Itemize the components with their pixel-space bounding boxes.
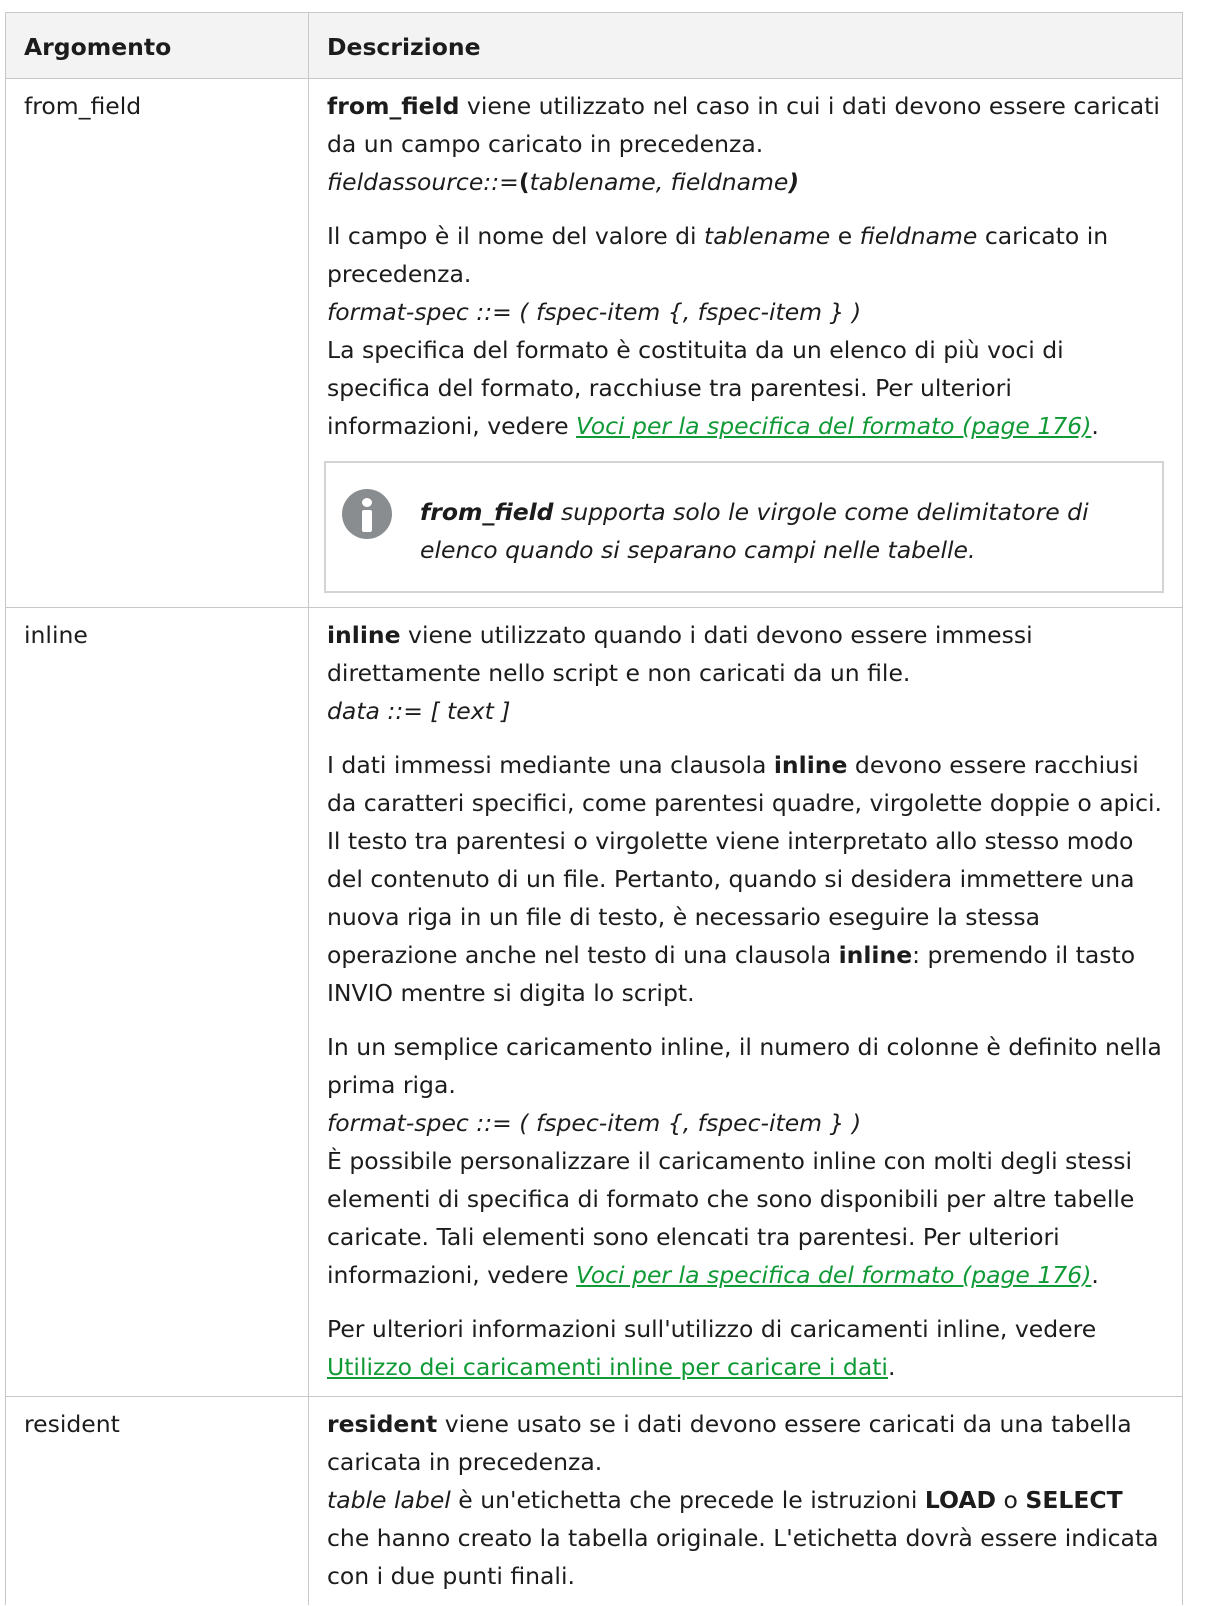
text: viene utilizzato quando i dati devono es… <box>327 621 1033 687</box>
paragraph: I dati immessi mediante una clausola inl… <box>327 746 1164 1012</box>
text: devono essere racchiusi da caratteri spe… <box>327 751 1163 969</box>
description-cell: inline viene utilizzato quando i dati de… <box>308 607 1183 1397</box>
link-format-spec[interactable]: Voci per la specifica del formato (page … <box>576 412 1091 440</box>
syntax-text: tablename, fieldname <box>529 168 789 196</box>
keyword: LOAD <box>924 1486 997 1514</box>
text: che hanno creato la tabella originale. L… <box>327 1524 1159 1590</box>
syntax-text: format-spec ::= ( fspec-item {, fspec-it… <box>327 1109 862 1137</box>
header-argument: Argomento <box>5 12 309 79</box>
text: . <box>1091 412 1099 440</box>
syntax-line: fieldassource::=(tablename, fieldname) <box>327 163 1164 201</box>
description-cell: resident viene usato se i dati devono es… <box>308 1396 1183 1605</box>
text: . <box>1091 1261 1099 1289</box>
table-row: inline inline viene utilizzato quando i … <box>5 607 1183 1397</box>
text: Per ulteriori informazioni sull'utilizzo… <box>327 1315 1097 1343</box>
link-text: Voci per la specifica del formato (page … <box>576 412 1092 440</box>
paragraph: Il campo è il nome del valore di tablena… <box>327 217 1164 445</box>
link-inline-loads[interactable]: Utilizzo dei caricamenti inline per cari… <box>327 1353 888 1381</box>
arguments-table: Argomento Descrizione from_field from_fi… <box>5 12 1183 1605</box>
text: e <box>830 222 860 250</box>
text: . <box>887 1353 896 1381</box>
syntax-text: data ::= [ text ] <box>327 697 511 725</box>
keyword: SELECT <box>1025 1486 1123 1514</box>
argument-cell: inline <box>5 607 309 1397</box>
keyword: inline <box>838 941 913 969</box>
term: tablename <box>704 222 831 250</box>
keyword: from_field <box>327 92 460 120</box>
text: Il campo è il nome del valore di <box>327 222 705 250</box>
paragraph: resident viene usato se i dati devono es… <box>327 1405 1164 1595</box>
syntax-text: format-spec ::= ( fspec-item {, fspec-it… <box>327 298 862 326</box>
info-icon <box>342 489 392 539</box>
term: fieldname <box>859 222 978 250</box>
syntax-paren: ) <box>788 168 800 196</box>
argument-cell: resident <box>5 1396 309 1605</box>
keyword: from_field <box>420 498 554 526</box>
keyword: inline <box>773 751 848 779</box>
header-description: Descrizione <box>308 12 1183 79</box>
argument-cell: from_field <box>5 78 309 608</box>
text: I dati immessi mediante una clausola <box>327 751 774 779</box>
note-text: from_field supporta solo le virgole come… <box>420 493 1144 569</box>
term: table label <box>327 1486 451 1514</box>
paragraph: inline viene utilizzato quando i dati de… <box>327 616 1164 730</box>
description-cell: from_field viene utilizzato nel caso in … <box>308 78 1183 608</box>
syntax-line: format-spec ::= ( fspec-item {, fspec-it… <box>327 1104 1164 1142</box>
paragraph: Per ulteriori informazioni sull'utilizzo… <box>327 1310 1164 1386</box>
syntax-line: format-spec ::= ( fspec-item {, fspec-it… <box>327 293 1164 331</box>
text: viene usato se i dati devono essere cari… <box>327 1410 1132 1476</box>
text: In un semplice caricamento inline, il nu… <box>327 1033 1162 1099</box>
keyword: inline <box>327 621 401 649</box>
paragraph: from_field viene utilizzato nel caso in … <box>327 87 1164 201</box>
table-header-row: Argomento Descrizione <box>5 12 1183 79</box>
link-format-spec[interactable]: Voci per la specifica del formato (page … <box>576 1261 1091 1289</box>
syntax-line: data ::= [ text ] <box>327 692 1164 730</box>
note-box: from_field supporta solo le virgole come… <box>324 461 1164 593</box>
table-row: from_field from_field viene utilizzato n… <box>5 78 1183 608</box>
syntax-paren: ( <box>518 168 530 196</box>
paragraph: In un semplice caricamento inline, il nu… <box>327 1028 1164 1294</box>
text: è un'etichetta che precede le istruzioni <box>450 1486 925 1514</box>
text-line: table label è un'etichetta che precede l… <box>327 1481 1164 1595</box>
syntax-text: fieldassource::= <box>327 168 519 196</box>
text: o <box>996 1486 1026 1514</box>
link-text: Voci per la specifica del formato (page … <box>576 1261 1092 1289</box>
table-row: resident resident viene usato se i dati … <box>5 1396 1183 1605</box>
keyword: resident <box>327 1410 438 1438</box>
